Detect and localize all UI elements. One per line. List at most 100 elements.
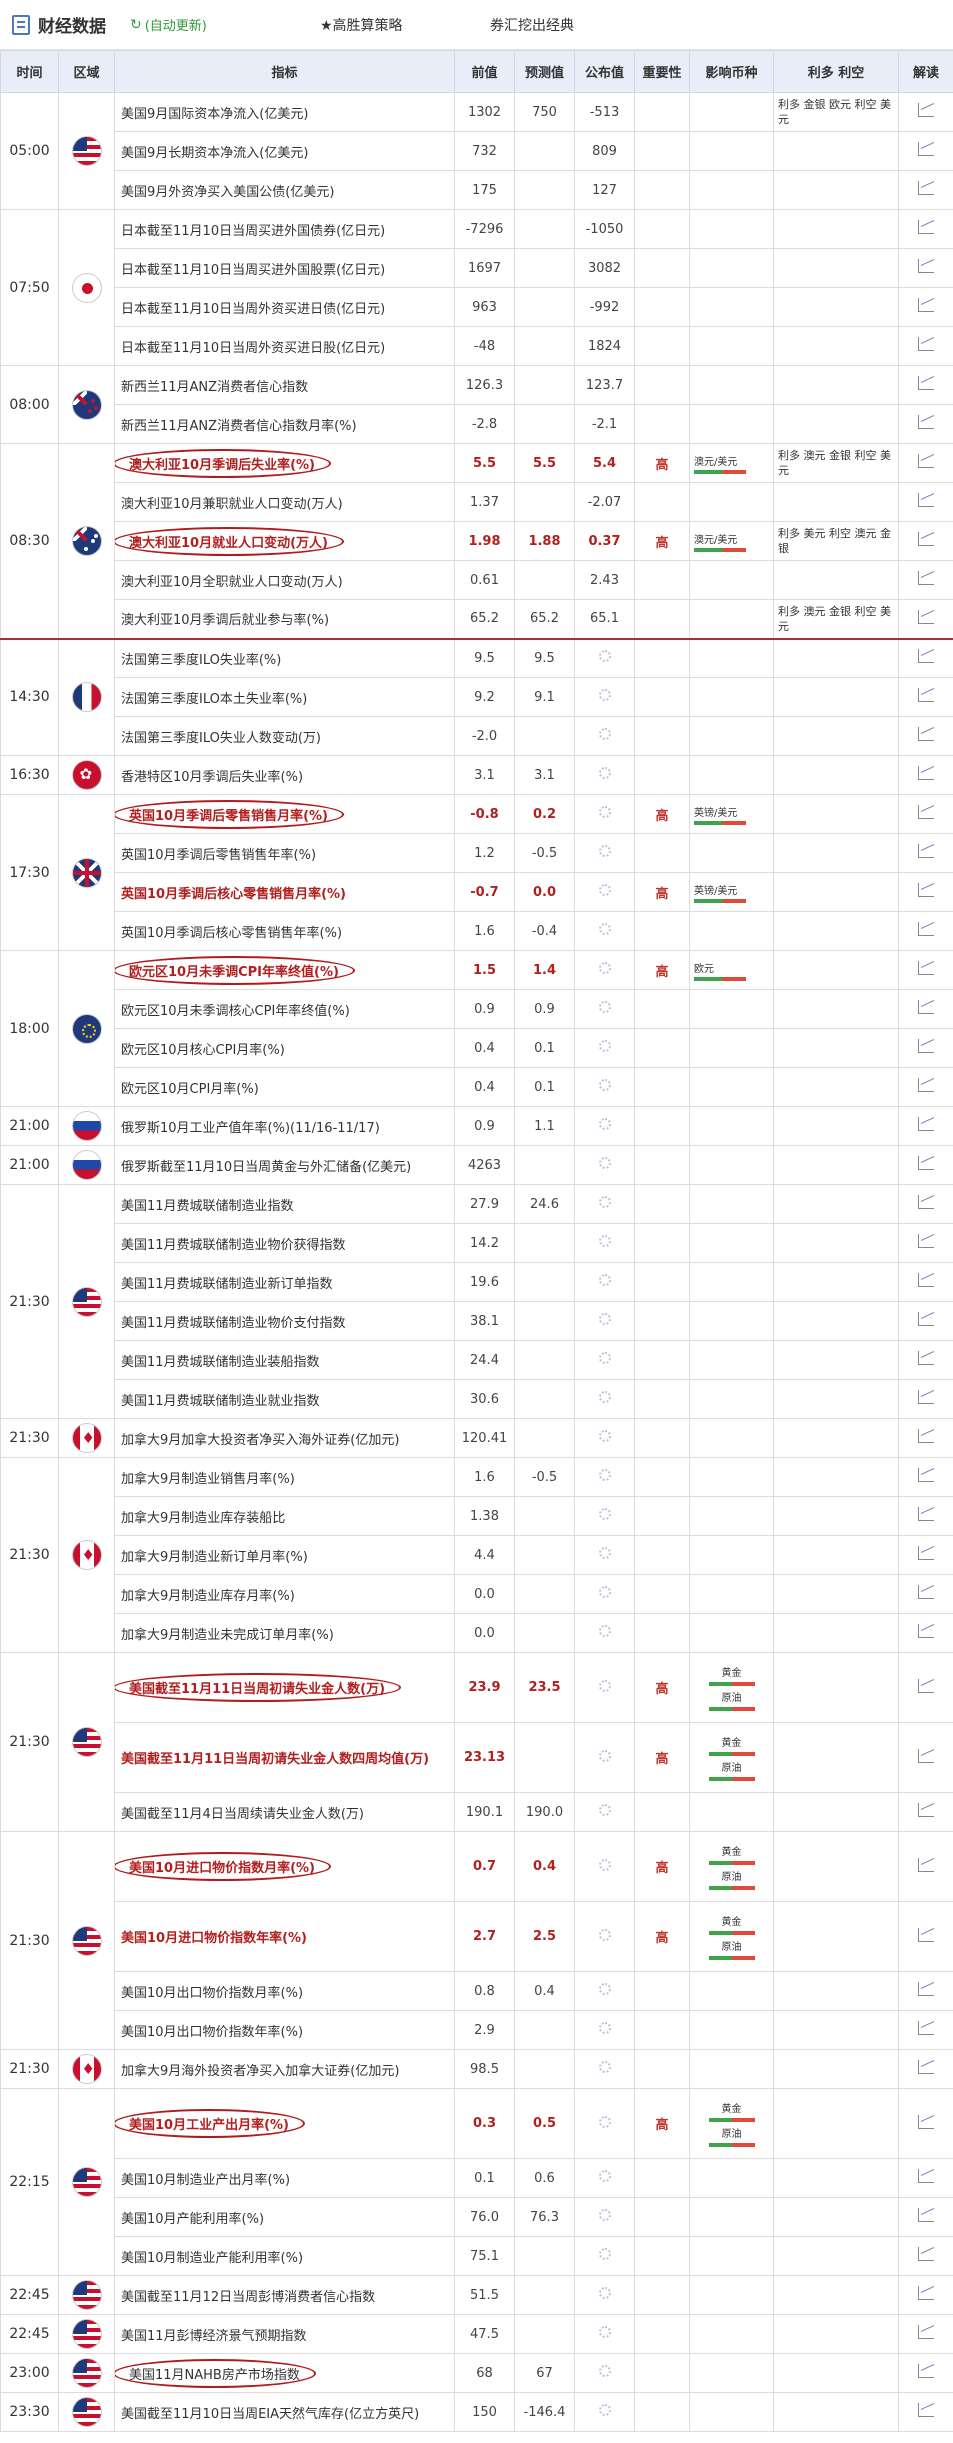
indicator-cell[interactable]: 日本截至11月10日当周外资买进日债(亿日元) (114, 287, 455, 327)
interpretation-cell[interactable] (898, 716, 953, 756)
chart-icon[interactable] (918, 1390, 934, 1404)
classic-link[interactable]: 券汇挖出经典 (490, 15, 574, 35)
chart-icon[interactable] (918, 1507, 934, 1521)
interpretation-cell[interactable] (898, 2275, 953, 2315)
chart-icon[interactable] (918, 961, 934, 975)
interpretation-cell[interactable] (898, 1457, 953, 1497)
indicator-cell[interactable]: 澳大利亚10月季调后失业率(%) (114, 443, 455, 483)
interpretation-cell[interactable] (898, 989, 953, 1029)
indicator-cell[interactable]: 法国第三季度ILO失业率(%) (114, 637, 455, 678)
indicator-cell[interactable]: 澳大利亚10月兼职就业人口变动(万人) (114, 482, 455, 522)
indicator-cell[interactable]: 美国11月费城联储制造业就业指数 (114, 1379, 455, 1419)
indicator-cell[interactable]: 香港特区10月季调后失业率(%) (114, 755, 455, 795)
indicator-cell[interactable]: 加拿大9月制造业库存装船比 (114, 1496, 455, 1536)
indicator-cell[interactable]: 美国11月费城联储制造业新订单指数 (114, 1262, 455, 1302)
indicator-cell[interactable]: 美国10月制造业产能利用率(%) (114, 2236, 455, 2276)
chart-icon[interactable] (918, 1982, 934, 1996)
chart-icon[interactable] (918, 1585, 934, 1599)
indicator-cell[interactable]: 英国10月季调后零售销售年率(%) (114, 833, 455, 873)
chart-icon[interactable] (918, 2403, 934, 2417)
interpretation-cell[interactable] (898, 2049, 953, 2089)
chart-icon[interactable] (918, 609, 934, 624)
interpretation-cell[interactable] (898, 1301, 953, 1341)
interpretation-cell[interactable] (898, 1496, 953, 1536)
interpretation-cell[interactable] (898, 1262, 953, 1302)
indicator-cell[interactable]: 加拿大9月加拿大投资者净买入海外证券(亿加元) (114, 1418, 455, 1458)
chart-icon[interactable] (918, 2286, 934, 2300)
interpretation-cell[interactable] (898, 1145, 953, 1185)
indicator-cell[interactable]: 日本截至11月10日当周外资买进日股(亿日元) (114, 326, 455, 366)
indicator-cell[interactable]: 法国第三季度ILO本土失业率(%) (114, 677, 455, 717)
chart-icon[interactable] (918, 532, 934, 546)
interpretation-cell[interactable] (898, 1831, 953, 1902)
chart-icon[interactable] (918, 2114, 934, 2129)
interpretation-cell[interactable] (898, 1223, 953, 1263)
chart-icon[interactable] (918, 1351, 934, 1365)
indicator-cell[interactable]: 加拿大9月制造业未完成订单月率(%) (114, 1613, 455, 1653)
chart-icon[interactable] (918, 649, 934, 664)
interpretation-cell[interactable] (898, 2314, 953, 2354)
indicator-cell[interactable]: 美国截至11月11日当周初请失业金人数(万) (114, 1652, 455, 1723)
indicator-cell[interactable]: 加拿大9月制造业销售月率(%) (114, 1457, 455, 1497)
chart-icon[interactable] (918, 1117, 934, 1131)
chart-icon[interactable] (918, 103, 934, 117)
indicator-cell[interactable]: 日本截至11月10日当周买进外国债券(亿日元) (114, 209, 455, 249)
interpretation-cell[interactable] (898, 1613, 953, 1653)
interpretation-cell[interactable] (898, 2236, 953, 2276)
interpretation-cell[interactable] (898, 560, 953, 600)
chart-icon[interactable] (918, 1927, 934, 1942)
indicator-cell[interactable]: 澳大利亚10月全职就业人口变动(万人) (114, 560, 455, 600)
chart-icon[interactable] (918, 2325, 934, 2339)
chart-icon[interactable] (918, 1078, 934, 1092)
indicator-cell[interactable]: 美国10月进口物价指数月率(%) (114, 1831, 455, 1902)
indicator-cell[interactable]: 欧元区10月CPI月率(%) (114, 1067, 455, 1107)
interpretation-cell[interactable] (898, 2010, 953, 2050)
indicator-cell[interactable]: 欧元区10月未季调CPI年率终值(%) (114, 950, 455, 990)
indicator-cell[interactable]: 英国10月季调后核心零售销售年率(%) (114, 911, 455, 951)
interpretation-cell[interactable] (898, 2158, 953, 2198)
chart-icon[interactable] (918, 688, 934, 702)
interpretation-cell[interactable] (898, 833, 953, 873)
chart-icon[interactable] (918, 1000, 934, 1014)
indicator-cell[interactable]: 加拿大9月制造业库存月率(%) (114, 1574, 455, 1614)
interpretation-cell[interactable] (898, 950, 953, 990)
indicator-cell[interactable]: 俄罗斯10月工业产值年率(%)(11/16-11/17) (114, 1106, 455, 1146)
interpretation-cell[interactable] (898, 1535, 953, 1575)
chart-icon[interactable] (918, 1195, 934, 1209)
interpretation-cell[interactable] (898, 2197, 953, 2237)
interpretation-cell[interactable] (898, 1340, 953, 1380)
indicator-cell[interactable]: 美国10月制造业产出月率(%) (114, 2158, 455, 2198)
indicator-cell[interactable]: 美国9月国际资本净流入(亿美元) (114, 92, 455, 132)
interpretation-cell[interactable] (898, 404, 953, 444)
indicator-cell[interactable]: 美国截至11月12日当周彭博消费者信心指数 (114, 2275, 455, 2315)
chart-icon[interactable] (918, 766, 934, 780)
interpretation-cell[interactable] (898, 2392, 953, 2432)
indicator-cell[interactable]: 加拿大9月制造业新订单月率(%) (114, 1535, 455, 1575)
chart-icon[interactable] (918, 415, 934, 429)
interpretation-cell[interactable] (898, 92, 953, 132)
interpretation-cell[interactable] (898, 637, 953, 678)
indicator-cell[interactable]: 欧元区10月未季调核心CPI年率终值(%) (114, 989, 455, 1029)
chart-icon[interactable] (918, 2169, 934, 2183)
chart-icon[interactable] (918, 1624, 934, 1638)
indicator-cell[interactable]: 美国10月产能利用率(%) (114, 2197, 455, 2237)
interpretation-cell[interactable] (898, 1184, 953, 1224)
interpretation-cell[interactable] (898, 287, 953, 327)
indicator-cell[interactable]: 美国11月费城联储制造业物价支付指数 (114, 1301, 455, 1341)
chart-icon[interactable] (918, 259, 934, 273)
interpretation-cell[interactable] (898, 1574, 953, 1614)
indicator-cell[interactable]: 澳大利亚10月季调后就业参与率(%) (114, 599, 455, 639)
interpretation-cell[interactable] (898, 1028, 953, 1068)
interpretation-cell[interactable] (898, 911, 953, 951)
indicator-cell[interactable]: 美国9月外资净买入美国公债(亿美元) (114, 170, 455, 210)
interpretation-cell[interactable] (898, 1971, 953, 2011)
interpretation-cell[interactable] (898, 1418, 953, 1458)
chart-icon[interactable] (918, 1546, 934, 1560)
chart-icon[interactable] (918, 883, 934, 897)
interpretation-cell[interactable] (898, 599, 953, 639)
indicator-cell[interactable]: 美国10月进口物价指数年率(%) (114, 1901, 455, 1972)
chart-icon[interactable] (918, 922, 934, 936)
chart-icon[interactable] (918, 1273, 934, 1287)
interpretation-cell[interactable] (898, 794, 953, 834)
indicator-cell[interactable]: 美国9月长期资本净流入(亿美元) (114, 131, 455, 171)
